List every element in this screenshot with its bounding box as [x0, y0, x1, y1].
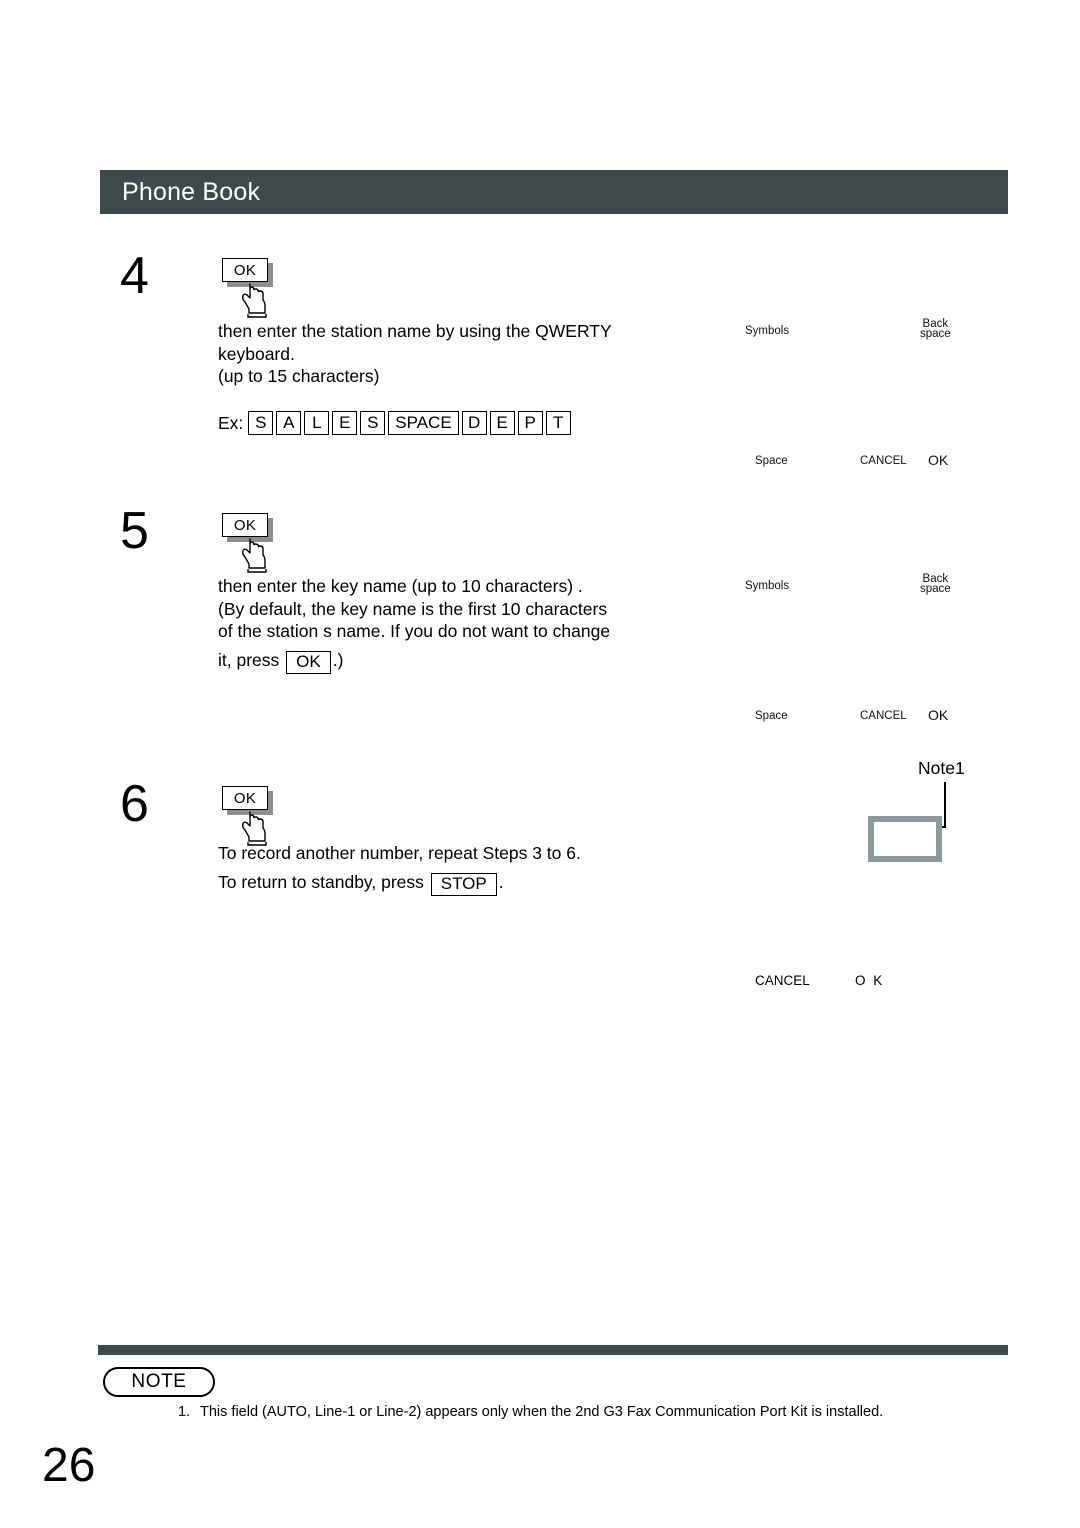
note1-callout-label: Note1	[918, 758, 965, 778]
step-4-example: Ex: S A L E S SPACE D E P T	[218, 411, 574, 435]
lcd-space-label[interactable]: Space	[755, 710, 788, 722]
example-label: Ex:	[218, 412, 244, 433]
char-key-s2[interactable]: S	[360, 411, 386, 435]
step-4-line-3: (up to 15 characters)	[218, 366, 380, 386]
char-key-d[interactable]: D	[461, 411, 487, 435]
char-key-l[interactable]: L	[304, 411, 330, 435]
lcd-symbols-label[interactable]: Symbols	[745, 580, 789, 592]
step-6-standby-prefix: To return to standby, press	[218, 871, 429, 892]
inline-stop-key[interactable]: STOP	[430, 872, 497, 896]
footnote-text: This field (AUTO, Line-1 or Line-2) appe…	[200, 1404, 884, 1420]
step-6-standby-suffix: .	[498, 871, 504, 892]
step-4-line-2: keyboard.	[218, 343, 295, 364]
keycap-label: OK	[222, 513, 268, 537]
step-6-text: To record another number, repeat Steps 3…	[218, 842, 688, 896]
lcd-ok-label[interactable]: O K	[855, 973, 884, 988]
step-5-line-1: then enter the key name (up to 10 charac…	[218, 576, 583, 596]
note-badge: NOTE	[103, 1367, 215, 1397]
step-4-text: then enter the station name by using the…	[218, 320, 688, 388]
step-5-press-prefix: it, press	[218, 649, 285, 670]
lcd-cancel-label[interactable]: CANCEL	[860, 710, 907, 722]
page-title: Phone Book	[122, 177, 261, 206]
note1-callout: Note1	[860, 758, 1040, 868]
step-4-line-1: then enter the station name by using the…	[218, 321, 612, 341]
step-6-line-2: To return to standby, press STOP.	[218, 871, 688, 896]
step-5-line-2: (By default, the key name is the first 1…	[218, 598, 608, 619]
step-6-number: 6	[120, 775, 149, 833]
lcd-cancel-label[interactable]: CANCEL	[860, 455, 907, 467]
footnote-list: 1. This field (AUTO, Line-1 or Line-2) a…	[178, 1402, 1008, 1422]
keycap-label: OK	[222, 786, 268, 810]
pointing-hand-icon	[242, 538, 267, 573]
step-6-line-1: To record another number, repeat Steps 3…	[218, 843, 581, 863]
lcd-ok-label[interactable]: OK	[928, 452, 948, 468]
char-key-s1[interactable]: S	[248, 411, 274, 435]
footer-divider	[98, 1345, 1008, 1355]
lcd-symbols-label[interactable]: Symbols	[745, 325, 789, 337]
step-5-ok-key[interactable]: OK	[220, 513, 290, 575]
lcd-backspace-line-2: space	[920, 328, 951, 340]
step-5-line-3: of the station s name. If you do not wan…	[218, 621, 611, 641]
lcd-space-label[interactable]: Space	[755, 455, 788, 467]
char-key-a[interactable]: A	[276, 411, 302, 435]
pointing-hand-icon	[242, 283, 267, 318]
page-header-bar: Phone Book	[100, 170, 1008, 214]
note1-leader-line-vertical	[944, 782, 946, 827]
note1-highlight-box	[868, 816, 942, 862]
step-4-number: 4	[120, 247, 149, 305]
step-4-ok-key[interactable]: OK	[220, 258, 290, 320]
lcd-panel-1: Symbols Back space Space CANCEL OK	[700, 305, 1000, 485]
char-key-p[interactable]: P	[517, 411, 543, 435]
char-key-e1[interactable]: E	[332, 411, 358, 435]
footnote-item: 1. This field (AUTO, Line-1 or Line-2) a…	[178, 1402, 1008, 1422]
pointing-hand-icon	[242, 811, 267, 846]
char-key-space[interactable]: SPACE	[388, 411, 459, 435]
step-6-ok-key[interactable]: OK	[220, 786, 290, 848]
lcd-cancel-label[interactable]: CANCEL	[755, 973, 810, 988]
inline-ok-key[interactable]: OK	[286, 650, 331, 674]
step-5-line-4: it, press OK.)	[218, 649, 688, 674]
char-key-e2[interactable]: E	[489, 411, 515, 435]
step-5-press-suffix: .)	[332, 649, 344, 670]
lcd-ok-label[interactable]: OK	[928, 707, 948, 723]
lcd-backspace-line-2: space	[920, 583, 951, 595]
lcd-backspace-label[interactable]: Back space	[920, 318, 951, 340]
step-5-text: then enter the key name (up to 10 charac…	[218, 575, 688, 674]
footnote-number: 1.	[178, 1404, 191, 1420]
char-key-t[interactable]: T	[545, 411, 571, 435]
lcd-backspace-label[interactable]: Back space	[920, 573, 951, 595]
lcd-panel-2: Symbols Back space Space CANCEL OK	[700, 560, 1000, 740]
page-number: 26	[42, 1439, 96, 1492]
step-5-number: 5	[120, 502, 149, 560]
keycap-label: OK	[222, 258, 268, 282]
